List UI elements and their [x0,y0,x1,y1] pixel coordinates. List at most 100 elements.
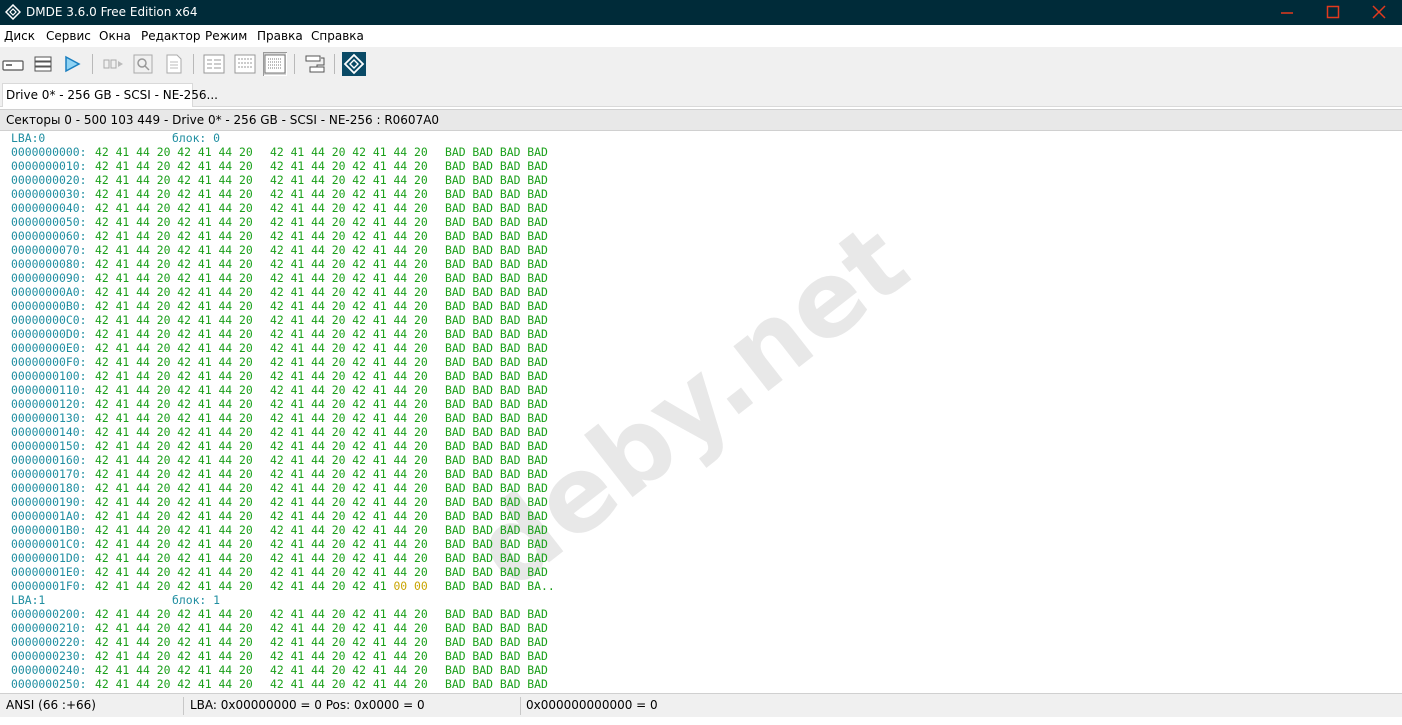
ascii-text[interactable]: BAD BAD BAD BAD [445,355,548,369]
hex-bytes-group-1[interactable]: 42 41 44 20 42 41 44 20 [95,215,253,229]
sequence-button[interactable] [101,52,125,76]
hex-bytes[interactable]: 42 41 44 20 42 41 44 20 [270,201,428,215]
hex-bytes-group-2[interactable]: 42 41 44 20 42 41 00 00 [270,579,428,593]
menu-edit[interactable]: Правка [257,28,303,44]
tab-drive-0[interactable]: Drive 0* - 256 GB - SCSI - NE-256... [2,83,218,107]
hex-bytes[interactable]: 42 41 44 20 42 41 44 20 [270,481,428,495]
view-list-button[interactable] [233,52,257,76]
search-button[interactable] [131,52,155,76]
menu-windows[interactable]: Окна [99,28,131,44]
hex-bytes-group-2[interactable]: 42 41 44 20 42 41 44 20 [270,229,428,243]
ascii-text[interactable]: BAD BAD BAD BAD [445,173,548,187]
hex-bytes-group-2[interactable]: 42 41 44 20 42 41 44 20 [270,341,428,355]
hex-bytes[interactable]: 42 41 44 20 42 41 44 20 [270,523,428,537]
dmde-logo-button[interactable] [342,52,366,76]
ascii-text[interactable]: BAD BAD BAD BAD [445,523,548,537]
hex-bytes-group-2[interactable]: 42 41 44 20 42 41 44 20 [270,299,428,313]
hex-bytes-group-1[interactable]: 42 41 44 20 42 41 44 20 [95,201,253,215]
ascii-text[interactable]: BAD BAD BAD BAD [445,621,548,635]
hex-bytes-group-1[interactable]: 42 41 44 20 42 41 44 20 [95,467,253,481]
hex-bytes-group-2[interactable]: 42 41 44 20 42 41 44 20 [270,411,428,425]
play-button[interactable] [60,52,84,76]
hex-bytes-group-1[interactable]: 42 41 44 20 42 41 44 20 [95,425,253,439]
ascii-text[interactable]: BAD BAD BAD BAD [445,425,548,439]
hex-bytes-group-2[interactable]: 42 41 44 20 42 41 44 20 [270,369,428,383]
menu-service[interactable]: Сервис [46,28,91,44]
ascii-text[interactable]: BAD BAD BAD BAD [445,243,548,257]
hex-bytes-group-1[interactable]: 42 41 44 20 42 41 44 20 [95,439,253,453]
ascii-text[interactable]: BAD BAD BAD BAD [445,229,548,243]
hex-bytes[interactable]: 42 41 44 20 42 41 44 20 [270,439,428,453]
hex-bytes-group-2[interactable]: 42 41 44 20 42 41 44 20 [270,537,428,551]
hex-bytes[interactable]: 42 41 44 20 42 41 44 20 [270,607,428,621]
hex-bytes-group-1[interactable]: 42 41 44 20 42 41 44 20 [95,635,253,649]
partitions-button[interactable] [31,52,55,76]
hex-bytes-group-1[interactable]: 42 41 44 20 42 41 44 20 [95,173,253,187]
hex-bytes-group-1[interactable]: 42 41 44 20 42 41 44 20 [95,327,253,341]
hex-bytes[interactable]: 42 41 44 20 42 41 44 20 [270,243,428,257]
hex-bytes[interactable]: 42 41 44 20 42 41 44 20 [270,285,428,299]
hex-bytes-group-2[interactable]: 42 41 44 20 42 41 44 20 [270,285,428,299]
hex-bytes[interactable]: 42 41 44 20 42 41 44 20 [270,495,428,509]
hex-bytes[interactable]: 42 41 44 20 42 41 44 20 [270,215,428,229]
hex-bytes-group-2[interactable]: 42 41 44 20 42 41 44 20 [270,663,428,677]
hex-bytes[interactable]: 42 41 44 20 42 41 44 20 [270,551,428,565]
ascii-text[interactable]: BAD BAD BAD BAD [445,285,548,299]
hex-bytes[interactable]: 42 41 44 20 42 41 44 20 [270,173,428,187]
hex-bytes-group-2[interactable]: 42 41 44 20 42 41 44 20 [270,565,428,579]
ascii-text[interactable]: BAD BAD BAD BAD [445,299,548,313]
view-hex-button[interactable] [202,52,226,76]
hex-bytes-group-1[interactable]: 42 41 44 20 42 41 44 20 [95,537,253,551]
hex-bytes-group-2[interactable]: 42 41 44 20 42 41 44 20 [270,523,428,537]
hex-bytes[interactable]: 42 41 44 20 42 41 44 20 [270,425,428,439]
hex-bytes-group-2[interactable]: 42 41 44 20 42 41 44 20 [270,145,428,159]
disk-button[interactable] [1,52,25,76]
ascii-text[interactable]: BAD BAD BAD BAD [445,495,548,509]
ascii-text[interactable]: BAD BAD BAD BAD [445,159,548,173]
hex-bytes-group-1[interactable]: 42 41 44 20 42 41 44 20 [95,411,253,425]
hex-bytes[interactable]: 42 41 44 20 42 41 44 20 [270,159,428,173]
hex-bytes-group-1[interactable]: 42 41 44 20 42 41 44 20 [95,649,253,663]
hex-bytes[interactable]: 42 41 44 20 42 41 44 20 [270,649,428,663]
hex-bytes-group-1[interactable]: 42 41 44 20 42 41 44 20 [95,663,253,677]
hex-bytes[interactable]: 42 41 44 20 42 41 44 20 [270,453,428,467]
hex-bytes-group-2[interactable]: 42 41 44 20 42 41 44 20 [270,635,428,649]
hex-bytes-group-2[interactable]: 42 41 44 20 42 41 44 20 [270,425,428,439]
hex-bytes[interactable]: 42 41 44 20 42 41 44 20 [270,271,428,285]
hex-bytes-group-1[interactable]: 42 41 44 20 42 41 44 20 [95,397,253,411]
hex-bytes-group-1[interactable]: 42 41 44 20 42 41 44 20 [95,523,253,537]
hex-bytes[interactable]: 42 41 44 20 42 41 44 20 [270,565,428,579]
ascii-text[interactable]: BAD BAD BAD BAD [445,145,548,159]
view-table-button[interactable] [263,52,287,76]
hex-bytes-group-2[interactable]: 42 41 44 20 42 41 44 20 [270,495,428,509]
hex-bytes[interactable]: 42 41 44 20 42 41 44 20 [270,411,428,425]
hex-bytes-group-1[interactable]: 42 41 44 20 42 41 44 20 [95,579,253,593]
hex-bytes-group-1[interactable]: 42 41 44 20 42 41 44 20 [95,495,253,509]
hex-bytes-group-1[interactable]: 42 41 44 20 42 41 44 20 [95,509,253,523]
hex-bytes-group-2[interactable]: 42 41 44 20 42 41 44 20 [270,551,428,565]
hex-bytes[interactable]: 42 41 44 20 42 41 44 20 [270,467,428,481]
ascii-text[interactable]: BAD BAD BAD BAD [445,565,548,579]
hex-bytes-group-1[interactable]: 42 41 44 20 42 41 44 20 [95,551,253,565]
ascii-text[interactable]: BAD BAD BAD BAD [445,201,548,215]
ascii-text[interactable]: BAD BAD BAD BAD [445,383,548,397]
hex-bytes[interactable]: 42 41 44 20 42 41 44 20 [270,229,428,243]
hex-bytes-group-2[interactable]: 42 41 44 20 42 41 44 20 [270,215,428,229]
hex-bytes-group-2[interactable]: 42 41 44 20 42 41 44 20 [270,257,428,271]
hex-bytes-group-2[interactable]: 42 41 44 20 42 41 44 20 [270,509,428,523]
hex-bytes-group-2[interactable]: 42 41 44 20 42 41 44 20 [270,173,428,187]
menu-help[interactable]: Справка [311,28,364,44]
maximize-button[interactable] [1310,0,1356,25]
hex-bytes-group-2[interactable]: 42 41 44 20 42 41 44 20 [270,439,428,453]
ascii-text[interactable]: BAD BAD BAD BAD [445,607,548,621]
hex-bytes-group-1[interactable]: 42 41 44 20 42 41 44 20 [95,145,253,159]
hex-bytes[interactable]: 42 41 44 20 42 41 44 20 [270,257,428,271]
ascii-text[interactable]: BAD BAD BAD BAD [445,369,548,383]
hex-bytes-group-1[interactable]: 42 41 44 20 42 41 44 20 [95,257,253,271]
hex-bytes[interactable]: 42 41 44 20 42 41 44 20 [270,621,428,635]
hex-bytes-group-1[interactable]: 42 41 44 20 42 41 44 20 [95,453,253,467]
ascii-text[interactable]: BAD BAD BAD BAD [445,453,548,467]
hex-bytes[interactable]: 42 41 44 20 42 41 44 20 [270,663,428,677]
hex-bytes-group-2[interactable]: 42 41 44 20 42 41 44 20 [270,621,428,635]
menu-mode[interactable]: Режим [205,28,247,44]
